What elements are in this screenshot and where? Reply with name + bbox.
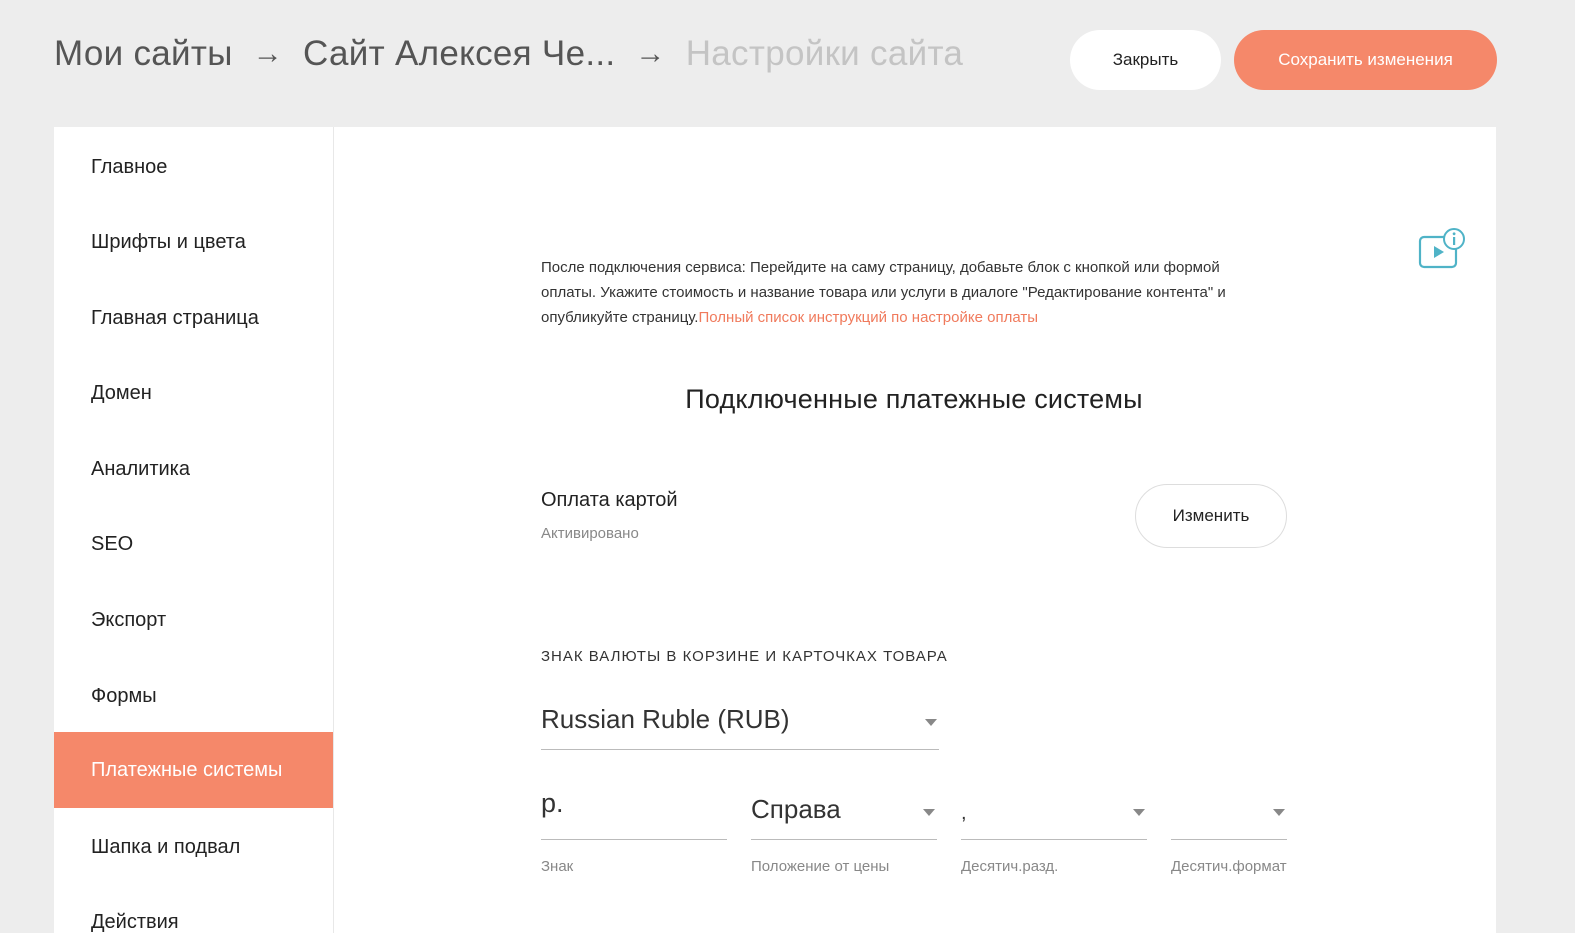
sidebar-item-label: Формы — [91, 684, 157, 707]
decimal-separator-select[interactable]: , — [961, 778, 1147, 840]
decimal-format-caption: Десятич.формат — [1171, 858, 1287, 875]
instructions-link[interactable]: Полный список инструкций по настройке оп… — [698, 309, 1038, 326]
sidebar-item-label: Действия — [91, 910, 179, 933]
currency-position-value: Справа — [751, 794, 841, 824]
sidebar-item-label: Главная страница — [91, 306, 259, 329]
sidebar-item-export[interactable]: Экспорт — [54, 582, 333, 658]
breadcrumb-arrow-icon: → — [252, 37, 284, 70]
decimal-separator-value: , — [961, 802, 967, 824]
chevron-down-icon — [925, 719, 937, 726]
sidebar-item-header-footer[interactable]: Шапка и подвал — [54, 809, 333, 885]
chevron-down-icon — [1133, 809, 1145, 816]
breadcrumb-arrow-icon: → — [635, 37, 666, 70]
sidebar-item-label: Главное — [91, 155, 168, 178]
settings-panel: Главное Шрифты и цвета Главная страница … — [54, 127, 1496, 933]
sidebar-item-label: Аналитика — [91, 457, 190, 480]
close-button[interactable]: Закрыть — [1070, 30, 1221, 90]
edit-payment-button[interactable]: Изменить — [1135, 484, 1287, 548]
sidebar-item-home-page[interactable]: Главная страница — [54, 280, 333, 356]
breadcrumb-current-page: Настройки сайта — [685, 34, 964, 73]
sidebar-item-label: Шрифты и цвета — [91, 230, 246, 253]
currency-position-caption: Положение от цены — [751, 858, 890, 875]
breadcrumb: Мои сайты → Сайт Алексея Че... → Настрой… — [54, 34, 963, 74]
save-changes-button[interactable]: Сохранить изменения — [1234, 30, 1497, 90]
sidebar-item-main[interactable]: Главное — [54, 129, 333, 205]
settings-sidebar: Главное Шрифты и цвета Главная страница … — [54, 127, 334, 933]
chevron-down-icon — [923, 809, 935, 816]
sidebar-item-forms[interactable]: Формы — [54, 658, 333, 734]
payment-method-name: Оплата картой — [541, 489, 678, 511]
sidebar-item-seo[interactable]: SEO — [54, 506, 333, 582]
intro-text: После подключения сервиса: Перейдите на … — [541, 255, 1261, 330]
chevron-down-icon — [1273, 809, 1285, 816]
currency-select-value: Russian Ruble (RUB) — [541, 704, 790, 734]
decimal-separator-caption: Десятич.разд. — [961, 858, 1059, 875]
payment-method-status: Активировано — [541, 525, 639, 542]
sidebar-item-payment-systems[interactable]: Платежные системы — [54, 732, 333, 808]
sidebar-item-label: Шапка и подвал — [91, 835, 241, 858]
section-title: Подключенные платежные системы — [685, 384, 1143, 414]
sidebar-item-label: Платежные системы — [91, 758, 283, 781]
payment-settings-content: После подключения сервиса: Перейдите на … — [335, 127, 1496, 933]
sidebar-item-label: Домен — [91, 381, 152, 404]
sidebar-item-actions[interactable]: Действия — [54, 884, 333, 933]
currency-section-label: ЗНАК ВАЛЮТЫ В КОРЗИНЕ И КАРТОЧКАХ ТОВАРА — [541, 648, 948, 665]
sidebar-item-label: Экспорт — [91, 608, 167, 631]
sidebar-item-analytics[interactable]: Аналитика — [54, 431, 333, 507]
decimal-format-select[interactable] — [1171, 778, 1287, 840]
sidebar-item-domain[interactable]: Домен — [54, 355, 333, 431]
sidebar-item-fonts-colors[interactable]: Шрифты и цвета — [54, 204, 333, 280]
breadcrumb-site[interactable]: Сайт Алексея Че... — [303, 34, 615, 74]
sidebar-item-label: SEO — [91, 532, 134, 555]
currency-sign-caption: Знак — [541, 858, 574, 875]
breadcrumb-my-sites[interactable]: Мои сайты — [54, 34, 233, 74]
video-info-icon[interactable] — [1418, 227, 1466, 273]
currency-position-select[interactable]: Справа — [751, 778, 937, 840]
currency-select[interactable]: Russian Ruble (RUB) — [541, 687, 939, 750]
top-bar: Мои сайты → Сайт Алексея Че... → Настрой… — [0, 0, 1575, 127]
currency-sign-input[interactable] — [541, 778, 727, 840]
